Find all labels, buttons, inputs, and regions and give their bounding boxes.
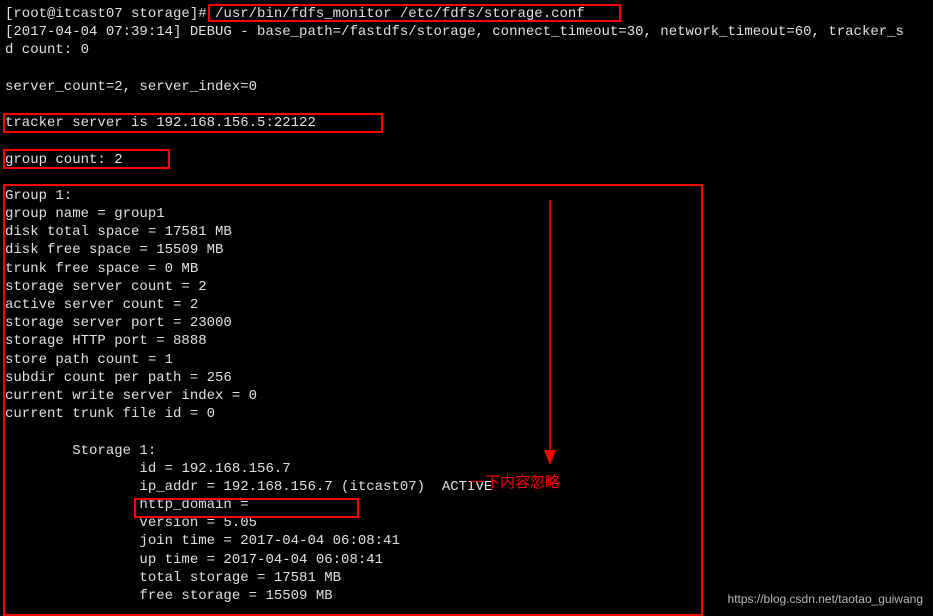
blank-2 — [5, 96, 928, 114]
group-header: Group 1: — [5, 187, 928, 205]
prompt-line: [root@itcast07 storage]# /usr/bin/fdfs_m… — [5, 5, 928, 23]
storage-port: storage server port = 23000 — [5, 314, 928, 332]
storage-ip: ip_addr = 192.168.156.7 (itcast07) ACTIV… — [5, 478, 928, 496]
prompt-user-host: [root@itcast07 storage]# — [5, 6, 207, 22]
subdir: subdir count per path = 256 — [5, 369, 928, 387]
server-count-line: server_count=2, server_index=0 — [5, 78, 928, 96]
disk-free: disk free space = 15509 MB — [5, 241, 928, 259]
http-port: storage HTTP port = 8888 — [5, 332, 928, 350]
blank-5 — [5, 423, 928, 441]
storage-header: Storage 1: — [5, 442, 928, 460]
storage-count: storage server count = 2 — [5, 278, 928, 296]
store-path: store path count = 1 — [5, 351, 928, 369]
disk-total: disk total space = 17581 MB — [5, 223, 928, 241]
active-count: active server count = 2 — [5, 296, 928, 314]
trunk-file: current trunk file id = 0 — [5, 405, 928, 423]
group-name: group name = group1 — [5, 205, 928, 223]
write-index: current write server index = 0 — [5, 387, 928, 405]
blank-4 — [5, 169, 928, 187]
blank-3 — [5, 132, 928, 150]
group-count-line: group count: 2 — [5, 151, 928, 169]
storage-version: version = 5.05 — [5, 514, 928, 532]
storage-id: id = 192.168.156.7 — [5, 460, 928, 478]
d-count-line: d count: 0 — [5, 41, 928, 59]
storage-http-domain: http_domain = — [5, 496, 928, 514]
storage-total: total storage = 17581 MB — [5, 569, 928, 587]
watermark-text: https://blog.csdn.net/taotao_guiwang — [728, 592, 923, 608]
trunk-free: trunk free space = 0 MB — [5, 260, 928, 278]
storage-join-time: join time = 2017-04-04 06:08:41 — [5, 532, 928, 550]
storage-up-time: up time = 2017-04-04 06:08:41 — [5, 551, 928, 569]
debug-line: [2017-04-04 07:39:14] DEBUG - base_path=… — [5, 23, 928, 41]
tracker-server-line: tracker server is 192.168.156.5:22122 — [5, 114, 928, 132]
command-text: /usr/bin/fdfs_monitor /etc/fdfs/storage.… — [215, 6, 585, 22]
annotation-text: 一下内容忽略 — [470, 473, 560, 493]
blank-1 — [5, 60, 928, 78]
